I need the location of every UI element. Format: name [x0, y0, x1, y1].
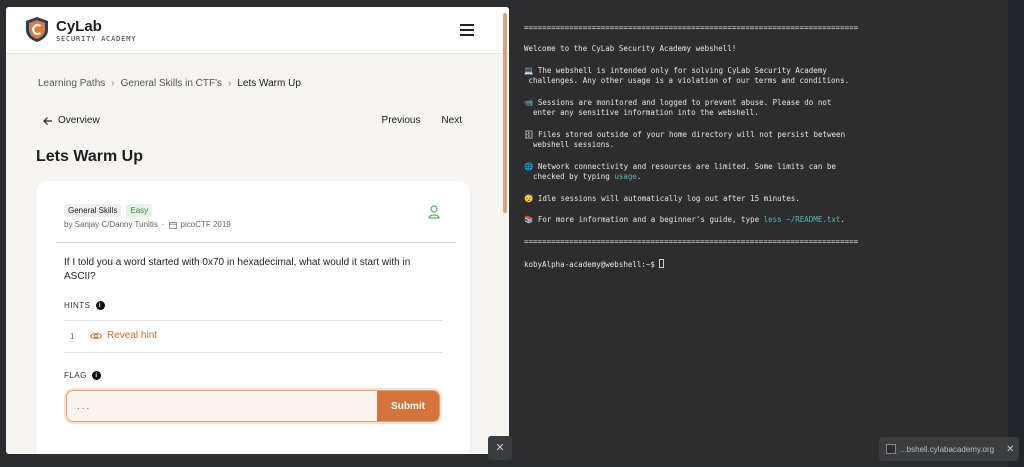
books-icon: 📚	[524, 215, 534, 224]
category-tag: General Skills	[64, 204, 122, 217]
pagination: Previous Next	[382, 115, 462, 126]
cylab-logo-icon	[26, 17, 48, 42]
terminal-line: 🗄 Files stored outside of your home dire…	[524, 130, 846, 139]
difficulty-badge: Easy	[126, 204, 153, 217]
readme-command: less ~/README.txt	[763, 215, 841, 224]
top-bar: CyLab SECURITY ACADEMY	[6, 7, 509, 54]
flag-label: FLAG	[64, 371, 87, 380]
terminal-line: 💻 The webshell is intended only for solv…	[524, 66, 827, 75]
hints-label: HINTS	[64, 301, 91, 310]
submit-button[interactable]: Submit	[377, 391, 439, 421]
flag-input[interactable]	[67, 391, 377, 421]
tab-label: ...bshell.cylabacademy.org	[900, 444, 995, 454]
webshell-tab[interactable]: ...bshell.cylabacademy.org ✕	[879, 437, 1019, 461]
camera-icon: 📹	[524, 98, 534, 107]
window-edge	[1008, 0, 1024, 467]
chevron-right-icon: ›	[228, 78, 232, 89]
calendar-icon	[168, 221, 177, 229]
authors: by Sanjay C/Danny Tunitis	[64, 220, 158, 229]
challenge-question: If I told you a word started with 0x70 i…	[64, 257, 411, 282]
challenge-card: General Skills Easy by Sanjay C/Danny Tu…	[36, 181, 470, 454]
brand-name: CyLab	[56, 18, 102, 35]
favicon-icon	[886, 444, 896, 454]
academy-window: CyLab SECURITY ACADEMY Learning Paths › …	[6, 7, 509, 454]
terminal-line: 😴 Idle sessions will automatically log o…	[524, 194, 800, 203]
usage-command: usage	[614, 172, 637, 181]
close-icon[interactable]: ✕	[1006, 444, 1014, 455]
sleepy-face-icon: 😴	[524, 194, 534, 203]
hints-heading: HINTS i	[64, 301, 105, 310]
breadcrumb-learning-paths[interactable]: Learning Paths	[38, 78, 105, 89]
separator-line: ========================================…	[524, 23, 859, 32]
event-name: picoCTF 2019	[180, 220, 231, 229]
breadcrumb-current: Lets Warm Up	[237, 78, 301, 89]
shell-prompt: kobyAlpha-academy@webshell:~$	[524, 260, 660, 269]
globe-icon: 🌐	[524, 162, 534, 171]
brand-subtitle: SECURITY ACADEMY	[56, 35, 137, 43]
terminal-line: 📚 For more information and a beginner's …	[524, 215, 845, 224]
laptop-icon: 💻	[524, 66, 534, 75]
hint-row: 1 Reveal hint	[64, 320, 442, 353]
eye-icon	[90, 332, 102, 339]
file-cabinet-icon: 🗄	[524, 130, 534, 139]
terminal-line: enter any sensitive information into the…	[524, 108, 759, 117]
byline: by Sanjay C/Danny Tunitis · picoCTF 2019	[64, 220, 231, 229]
welcome-line: Welcome to the CyLab Security Academy we…	[524, 44, 737, 53]
page-title: Lets Warm Up	[36, 148, 143, 165]
next-button[interactable]: Next	[441, 115, 462, 126]
previous-button[interactable]: Previous	[382, 115, 421, 126]
breadcrumb-general-skills[interactable]: General Skills in CTF's	[121, 78, 222, 89]
arrow-left-icon	[43, 116, 52, 125]
info-icon[interactable]: i	[91, 371, 101, 380]
terminal-line: checked by typing usage.	[524, 172, 642, 181]
flag-heading: FLAG i	[64, 371, 101, 380]
user-icon[interactable]	[428, 205, 440, 219]
close-icon[interactable]: ✕	[488, 436, 512, 460]
flag-form: Submit	[66, 390, 440, 422]
terminal-line: 🌐 Network connectivity and resources are…	[524, 162, 836, 171]
info-icon[interactable]: i	[95, 301, 105, 310]
prompt-line[interactable]: kobyAlpha-academy@webshell:~$	[524, 259, 665, 270]
text-cursor	[659, 259, 665, 268]
overview-label: Overview	[58, 115, 100, 126]
breadcrumb: Learning Paths › General Skills in CTF's…	[38, 78, 301, 89]
tag-list: General Skills Easy	[64, 204, 153, 217]
scrollbar[interactable]	[503, 13, 507, 213]
webshell-terminal[interactable]: ========================================…	[519, 7, 1007, 454]
reveal-hint-label: Reveal hint	[107, 330, 158, 341]
chevron-right-icon: ›	[111, 78, 115, 89]
separator-line: ========================================…	[524, 237, 859, 246]
terminal-line: challenges. Any other usage is a violati…	[524, 76, 850, 85]
hint-number: 1	[70, 332, 75, 341]
overview-link[interactable]: Overview	[43, 115, 100, 126]
menu-icon[interactable]	[460, 24, 474, 36]
divider	[56, 242, 456, 243]
reveal-hint-button[interactable]: Reveal hint	[90, 330, 157, 341]
terminal-line: webshell sessions.	[524, 140, 615, 149]
terminal-line: 📹 Sessions are monitored and logged to p…	[524, 98, 832, 107]
